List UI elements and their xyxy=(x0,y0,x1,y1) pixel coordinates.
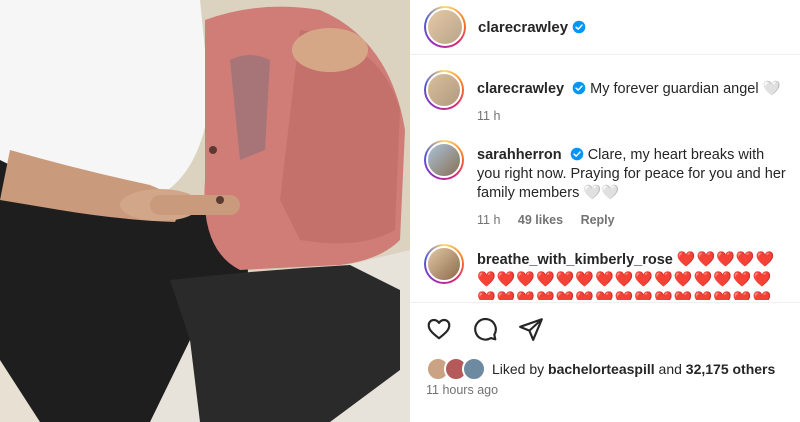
comment-icon[interactable] xyxy=(472,316,498,342)
likes-and: and xyxy=(658,361,682,377)
heart-outline-icon[interactable] xyxy=(426,316,452,342)
comment-time: 11 h xyxy=(477,213,501,227)
verified-badge-icon xyxy=(572,81,586,95)
post-image-illustration xyxy=(0,0,410,422)
verified-badge-icon xyxy=(570,147,583,161)
comment-time: 11 h xyxy=(477,109,501,123)
comment-caption: clarecrawley My forever guardian angel 🤍… xyxy=(424,70,788,126)
liked-by-user[interactable]: bachelorteaspill xyxy=(548,361,655,377)
reply-button[interactable]: Reply xyxy=(581,213,615,227)
post-photo xyxy=(0,0,410,422)
comments-divider xyxy=(410,302,800,303)
likes-count[interactable]: 32,175 others xyxy=(686,361,776,377)
commenter-avatar[interactable] xyxy=(424,244,464,284)
post-actions xyxy=(426,316,544,342)
commenter-username[interactable]: clarecrawley xyxy=(477,81,564,97)
comment-text: My forever guardian angel 🤍 xyxy=(590,81,781,97)
post-sidebar: clarecrawley clarecrawley My forever gua… xyxy=(410,0,800,422)
author-username[interactable]: clarecrawley xyxy=(478,19,568,36)
commenter-avatar[interactable] xyxy=(424,70,464,110)
commenter-username[interactable]: sarahherron xyxy=(477,147,562,163)
commenter-username[interactable]: breathe_with_kimberly_rose xyxy=(477,252,673,268)
liker-avatars[interactable] xyxy=(426,357,486,381)
commenter-avatar[interactable] xyxy=(424,140,464,180)
post-timestamp: 11 hours ago xyxy=(426,383,499,397)
comment-likes[interactable]: 49 likes xyxy=(518,213,563,227)
comment-item: sarahherron Clare, my heart breaks with … xyxy=(424,140,788,230)
liker-avatar xyxy=(462,357,486,381)
post-header: clarecrawley xyxy=(424,6,586,48)
header-divider xyxy=(410,54,800,55)
likes-summary: Liked by bachelorteaspill and 32,175 oth… xyxy=(426,357,775,381)
comment-item: breathe_with_kimberly_rose ❤️❤️❤️❤️❤️❤️❤… xyxy=(424,244,788,300)
share-icon[interactable] xyxy=(518,316,544,342)
likes-prefix: Liked by xyxy=(492,361,545,377)
verified-badge-icon xyxy=(572,20,586,34)
author-avatar[interactable] xyxy=(424,6,466,48)
